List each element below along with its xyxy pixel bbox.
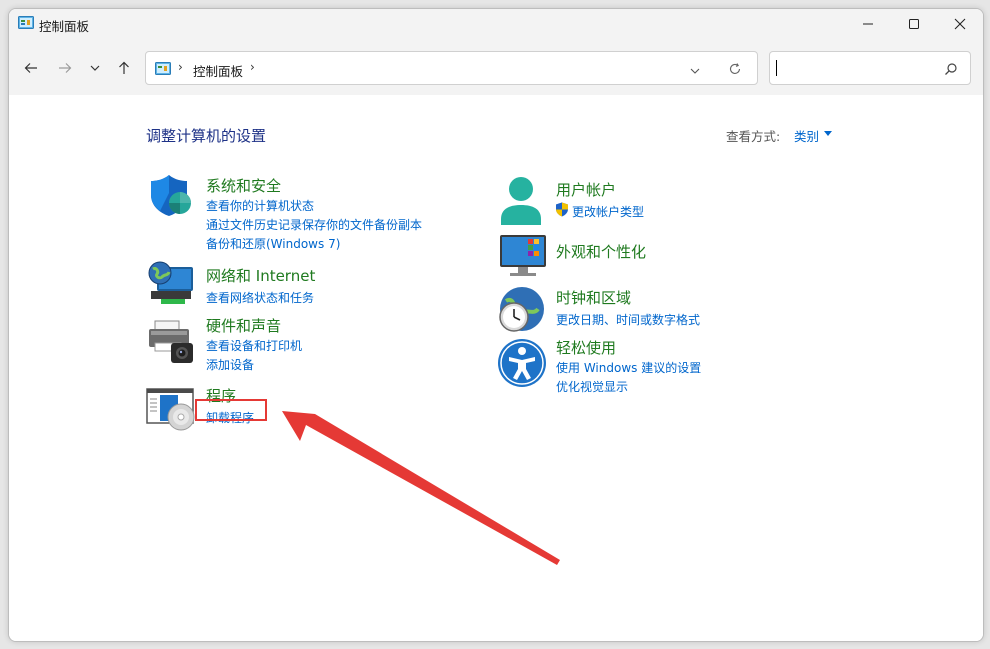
link-view-computer-status[interactable]: 查看你的计算机状态 bbox=[206, 197, 314, 214]
annotation-highlight-box bbox=[195, 399, 267, 421]
user-accounts-icon[interactable] bbox=[499, 175, 543, 231]
maximize-button[interactable] bbox=[891, 9, 937, 39]
text-cursor bbox=[776, 60, 777, 76]
minimize-icon bbox=[863, 23, 873, 25]
link-network-status-tasks[interactable]: 查看网络状态和任务 bbox=[206, 289, 314, 306]
appearance-monitor-icon[interactable] bbox=[498, 233, 548, 283]
caret-down-icon[interactable] bbox=[824, 131, 832, 136]
address-bar[interactable]: › 控制面板 › bbox=[145, 51, 758, 85]
category-title-user-accounts[interactable]: 用户帐户 bbox=[556, 179, 616, 200]
system-security-shield-icon[interactable] bbox=[147, 171, 195, 223]
programs-disc-icon[interactable] bbox=[146, 387, 196, 435]
window-title: 控制面板 bbox=[39, 19, 90, 34]
search-input[interactable] bbox=[769, 51, 971, 85]
maximize-icon bbox=[909, 19, 919, 29]
control-panel-icon bbox=[155, 61, 171, 80]
link-windows-recommended-settings[interactable]: 使用 Windows 建议的设置 bbox=[556, 359, 701, 376]
printer-camera-icon[interactable] bbox=[147, 317, 195, 369]
uac-shield-icon bbox=[555, 202, 569, 221]
link-optimize-visual-display[interactable]: 优化视觉显示 bbox=[556, 378, 628, 395]
main-content: 调整计算机的设置 查看方式: 类别 系统和安全 查看你的计算机状态 通过文件历史… bbox=[9, 95, 983, 641]
view-by-label: 查看方式: bbox=[726, 129, 781, 144]
minimize-button[interactable] bbox=[845, 9, 891, 39]
category-title-ease-of-access[interactable]: 轻松使用 bbox=[556, 337, 616, 358]
title-bar: 控制面板 bbox=[9, 9, 983, 39]
navigation-bar: › 控制面板 › bbox=[9, 39, 983, 95]
link-view-devices-printers[interactable]: 查看设备和打印机 bbox=[206, 337, 302, 354]
recent-locations-button[interactable] bbox=[83, 56, 107, 80]
link-change-date-time-format[interactable]: 更改日期、时间或数字格式 bbox=[556, 311, 700, 328]
category-title-system-security[interactable]: 系统和安全 bbox=[206, 175, 281, 196]
accessibility-icon[interactable] bbox=[497, 338, 547, 392]
arrow-right-icon bbox=[59, 63, 72, 73]
category-title-network-internet[interactable]: 网络和 Internet bbox=[206, 265, 315, 286]
arrow-left-icon bbox=[24, 63, 37, 73]
close-button[interactable] bbox=[937, 9, 983, 39]
network-globe-icon[interactable] bbox=[147, 259, 195, 311]
control-panel-icon bbox=[18, 15, 34, 35]
category-title-hardware-sound[interactable]: 硬件和声音 bbox=[206, 315, 281, 336]
breadcrumb-control-panel[interactable]: 控制面板 bbox=[193, 61, 243, 80]
clock-globe-icon[interactable] bbox=[496, 285, 548, 341]
forward-button[interactable] bbox=[53, 56, 77, 80]
back-button[interactable] bbox=[19, 56, 43, 80]
page-title: 调整计算机的设置 bbox=[146, 127, 267, 145]
arrow-up-icon bbox=[119, 61, 129, 74]
category-title-appearance[interactable]: 外观和个性化 bbox=[556, 241, 646, 262]
chevron-down-icon bbox=[90, 65, 100, 71]
view-by-dropdown[interactable]: 类别 bbox=[794, 126, 819, 145]
search-icon[interactable] bbox=[944, 61, 958, 80]
refresh-button[interactable] bbox=[728, 61, 742, 80]
link-backup-restore-win7[interactable]: 备份和还原(Windows 7) bbox=[206, 235, 340, 252]
refresh-icon bbox=[729, 63, 741, 74]
link-file-history-backup[interactable]: 通过文件历史记录保存你的文件备份副本 bbox=[206, 216, 422, 233]
control-panel-window: 控制面板 › 控制面板 › 调整计算机的设置 查看方式: 类别 系统和安全 查看… bbox=[8, 8, 984, 642]
link-add-device[interactable]: 添加设备 bbox=[206, 356, 254, 373]
up-button[interactable] bbox=[112, 56, 136, 80]
close-icon bbox=[954, 18, 966, 30]
chevron-right-icon[interactable]: › bbox=[250, 60, 255, 74]
address-history-dropdown[interactable] bbox=[689, 62, 701, 81]
chevron-down-icon bbox=[690, 68, 700, 74]
category-title-clock-region[interactable]: 时钟和区域 bbox=[556, 287, 631, 308]
link-change-account-type[interactable]: 更改帐户类型 bbox=[572, 203, 644, 220]
chevron-right-icon[interactable]: › bbox=[178, 60, 183, 74]
